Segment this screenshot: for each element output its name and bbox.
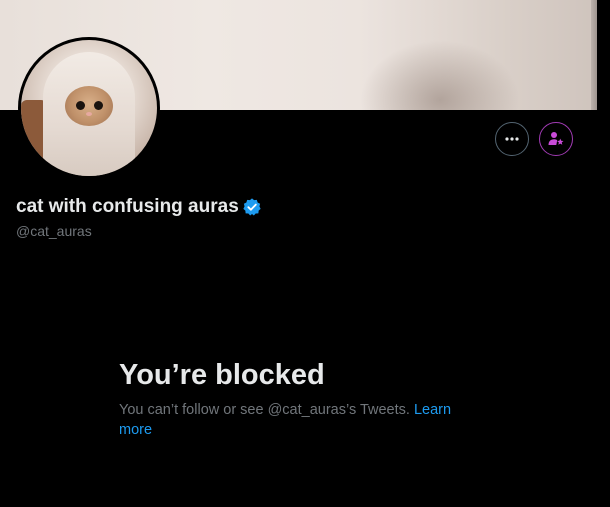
profile-handle: @cat_auras bbox=[16, 223, 92, 239]
more-options-button[interactable] bbox=[495, 122, 529, 156]
profile-page: cat with confusing auras @cat_auras You’… bbox=[0, 0, 610, 507]
verified-badge-icon[interactable] bbox=[242, 197, 262, 217]
profile-display-name: cat with confusing auras bbox=[16, 196, 239, 217]
blocked-description: You can’t follow or see @cat_auras’s Twe… bbox=[119, 400, 479, 440]
profile-avatar[interactable] bbox=[18, 37, 160, 179]
profile-name-row: cat with confusing auras bbox=[16, 195, 262, 219]
avatar-cat-nose bbox=[86, 112, 92, 116]
avatar-cat-face bbox=[65, 86, 113, 126]
blocked-description-text: You can’t follow or see @cat_auras’s Twe… bbox=[119, 402, 410, 418]
subscribe-button[interactable] bbox=[539, 122, 573, 156]
person-star-icon bbox=[548, 132, 564, 145]
avatar-cat-eye-right bbox=[94, 101, 103, 110]
blocked-notice: You’re blocked You can’t follow or see @… bbox=[119, 358, 479, 440]
right-edge-strip bbox=[597, 0, 610, 507]
avatar-cat-eye-left bbox=[76, 101, 85, 110]
banner-shadow bbox=[360, 40, 520, 110]
blocked-title: You’re blocked bbox=[119, 359, 325, 391]
more-horizontal-icon bbox=[505, 137, 519, 141]
